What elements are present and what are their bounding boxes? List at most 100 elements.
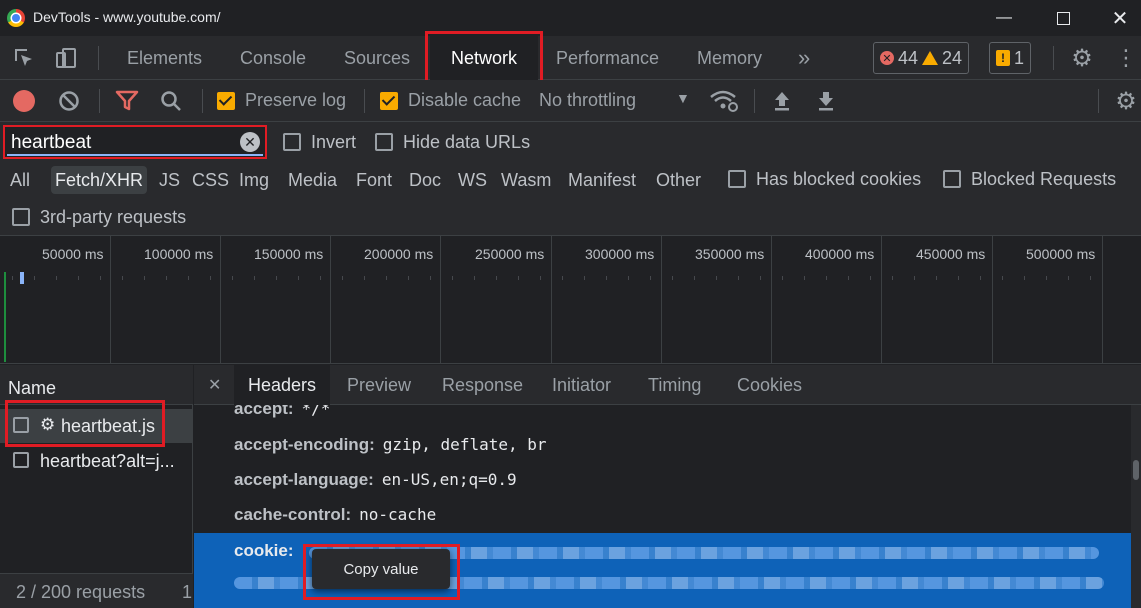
error-icon: ✕ — [880, 51, 894, 65]
grid-line — [551, 236, 552, 364]
type-filter-other[interactable]: Other — [652, 166, 705, 194]
blocked-requests-checkbox[interactable] — [943, 170, 961, 188]
tab-initiator[interactable]: Initiator — [552, 365, 611, 405]
more-tabs-chevron-icon[interactable]: » — [798, 36, 810, 80]
throttling-select[interactable]: No throttling — [539, 90, 636, 111]
type-filter-media[interactable]: Media — [284, 166, 341, 194]
chevron-down-icon[interactable]: ▼ — [676, 90, 690, 106]
maximize-icon — [1056, 11, 1070, 25]
disable-cache-checkbox[interactable] — [380, 92, 398, 110]
tab-console[interactable]: Console — [240, 36, 306, 80]
row-checkbox[interactable] — [13, 452, 29, 468]
timeline-tick: 350000 ms — [695, 246, 765, 262]
has-blocked-cookies-label: Has blocked cookies — [756, 169, 922, 189]
type-filter-all[interactable]: All — [6, 166, 34, 194]
invert-label: Invert — [311, 132, 357, 152]
filter-button[interactable] — [114, 89, 140, 113]
divider — [1053, 46, 1054, 70]
tab-timing[interactable]: Timing — [648, 365, 701, 405]
type-filter-doc[interactable]: Doc — [405, 166, 445, 194]
timeline-tick: 200000 ms — [364, 246, 434, 262]
request-row[interactable]: heartbeat?alt=j... — [0, 444, 193, 478]
wifi-settings-icon — [710, 90, 738, 112]
type-filter-font[interactable]: Font — [352, 166, 396, 194]
status-bar: 2 / 200 requests 1 — [0, 573, 193, 608]
type-filter-img[interactable]: Img — [235, 166, 273, 194]
timeline-tick: 50000 ms — [42, 246, 104, 262]
clear-filter-icon[interactable]: ✕ — [240, 132, 260, 152]
tab-sources[interactable]: Sources — [344, 36, 410, 80]
request-ticks — [12, 276, 1112, 280]
tab-performance[interactable]: Performance — [556, 36, 659, 80]
issues-counter[interactable]: ! 1 — [989, 42, 1032, 74]
disable-cache-label: Disable cache — [408, 90, 522, 110]
tab-headers[interactable]: Headers — [234, 365, 331, 405]
export-har-button[interactable] — [815, 89, 837, 113]
scrollbar-thumb[interactable] — [1133, 460, 1139, 480]
overview-timeline[interactable]: 50000 ms 100000 ms 150000 ms 200000 ms 2… — [0, 236, 1141, 364]
tab-cookies[interactable]: Cookies — [737, 365, 802, 405]
maximize-button[interactable] — [1040, 0, 1086, 36]
has-blocked-cookies-checkbox[interactable] — [728, 170, 746, 188]
network-toolbar: Preserve log Disable cache No throttling… — [0, 80, 1141, 122]
network-conditions-button[interactable] — [708, 88, 740, 114]
header-value[interactable]: */* — [302, 405, 331, 418]
close-window-button[interactable]: ✕ — [1097, 0, 1141, 36]
inspect-element-button[interactable] — [10, 46, 38, 70]
header-value[interactable]: en-US,en;q=0.9 — [382, 470, 517, 489]
timeline-tick: 450000 ms — [916, 246, 986, 262]
search-icon — [161, 91, 181, 111]
preserve-log-label: Preserve log — [245, 90, 347, 110]
header-row: accept: */* — [234, 405, 330, 419]
type-filter-css[interactable]: CSS — [188, 166, 233, 194]
warning-count: 24 — [942, 47, 963, 68]
hide-data-urls-label: Hide data URLs — [403, 132, 531, 152]
resource-type-filters: All Fetch/XHR JS CSS Img Media Font Doc … — [0, 162, 1141, 198]
type-filter-wasm[interactable]: Wasm — [497, 166, 555, 194]
header-value[interactable]: gzip, deflate, br — [383, 435, 547, 454]
settings-gear-icon[interactable]: ⚙ — [1068, 44, 1096, 72]
request-details: ✕ Headers Preview Response Initiator Tim… — [194, 365, 1141, 608]
more-options-icon[interactable]: ⋮ — [1115, 44, 1137, 72]
timeline-tick: 500000 ms — [1026, 246, 1096, 262]
device-toolbar-button[interactable] — [52, 46, 80, 70]
import-har-button[interactable] — [771, 89, 793, 113]
type-filter-fetch-xhr[interactable]: Fetch/XHR — [51, 166, 148, 194]
focus-underline — [7, 154, 263, 156]
scrollbar[interactable] — [1131, 405, 1141, 608]
console-counters[interactable]: ✕ 44 24 — [873, 42, 970, 74]
type-filter-ws[interactable]: WS — [454, 166, 491, 194]
clear-button[interactable] — [57, 89, 81, 113]
timeline-tick: 250000 ms — [475, 246, 545, 262]
divider — [364, 89, 365, 113]
header-key: accept: — [234, 405, 294, 418]
header-row: accept-encoding: gzip, deflate, br — [234, 435, 547, 455]
filter-input[interactable] — [11, 132, 231, 154]
search-button[interactable] — [159, 89, 183, 113]
record-button[interactable] — [12, 89, 36, 113]
tab-elements[interactable]: Elements — [127, 36, 202, 80]
detail-tab-bar: ✕ Headers Preview Response Initiator Tim… — [194, 365, 1141, 405]
network-settings-gear-icon[interactable]: ⚙ — [1112, 87, 1140, 115]
close-details-icon[interactable]: ✕ — [208, 365, 221, 405]
minimize-button[interactable]: — — [981, 0, 1027, 36]
header-row: accept-language: en-US,en;q=0.9 — [234, 470, 517, 490]
divider — [1098, 89, 1099, 113]
timeline-tick: 100000 ms — [144, 246, 214, 262]
preserve-log-checkbox[interactable] — [217, 92, 235, 110]
issue-count: 1 — [1014, 47, 1025, 68]
name-column-header[interactable]: Name — [0, 365, 193, 405]
type-filter-js[interactable]: JS — [155, 166, 184, 194]
divider — [754, 89, 755, 113]
hide-data-urls-checkbox[interactable] — [375, 133, 393, 151]
tab-preview[interactable]: Preview — [347, 365, 411, 405]
header-value[interactable]: no-cache — [359, 505, 436, 524]
third-party-checkbox[interactable] — [12, 208, 30, 226]
invert-checkbox[interactable] — [283, 133, 301, 151]
tab-memory[interactable]: Memory — [697, 36, 762, 80]
type-filter-manifest[interactable]: Manifest — [564, 166, 640, 194]
grid-line — [330, 236, 331, 364]
dom-loaded-marker — [4, 272, 6, 362]
tab-response[interactable]: Response — [442, 365, 523, 405]
window-title: DevTools - www.youtube.com/ — [33, 9, 221, 25]
